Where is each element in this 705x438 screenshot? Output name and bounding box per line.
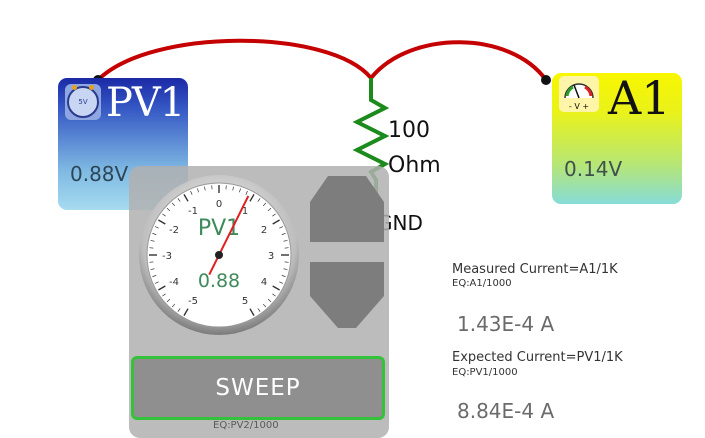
a1-value: 0.14V (564, 157, 623, 181)
gauge-value: 0.88 (198, 270, 240, 292)
gauge-title: PV1 (198, 216, 240, 241)
gauge-tick-label: 3 (268, 251, 274, 262)
expected-current-label: Expected Current=PV1/1K (452, 350, 623, 365)
gauge-tick-label: 0 (216, 199, 222, 210)
gauge-tick-label: 4 (261, 277, 267, 288)
sweep-button[interactable]: SWEEP (131, 356, 385, 420)
voltmeter-icon: - V + (559, 76, 599, 112)
voltmeter-icon-label: - V + (569, 102, 589, 111)
arrow-up-button[interactable] (310, 176, 384, 242)
gauge-hub (215, 251, 223, 259)
gauge-tick-label: -5 (188, 296, 198, 307)
gauge-tick-label: 2 (261, 225, 267, 236)
pv1-icon-label: 5V (67, 85, 99, 118)
gauge-tick-label: 5 (242, 296, 248, 307)
gauge-tick-label: -2 (169, 225, 179, 236)
a1-card[interactable]: - V + A1 0.14V (552, 73, 682, 204)
resistor-value: 100 (388, 118, 430, 143)
gauge-tick-label: -4 (169, 277, 179, 288)
resistor-unit: Ohm (388, 153, 441, 178)
gauge-tick-label: -1 (188, 206, 198, 217)
arrow-down-button[interactable] (310, 262, 384, 328)
sweep-equation: EQ:PV2/1000 (213, 420, 279, 431)
measured-current-label: Measured Current=A1/1K (452, 262, 618, 277)
voltage-source-icon: 5V (65, 84, 101, 120)
expected-current-equation: EQ:PV1/1000 (452, 367, 518, 378)
expected-current-value: 8.84E-4 A (457, 399, 555, 423)
pv1-title: PV1 (106, 80, 185, 126)
a1-title: A1 (608, 73, 671, 125)
pv1-value: 0.88V (70, 162, 129, 186)
measured-current-equation: EQ:A1/1000 (452, 278, 512, 289)
red-wire-right (369, 40, 548, 82)
gauge-tick-label: -3 (162, 251, 172, 262)
a1-terminal (541, 75, 551, 85)
resistor-label: 100 Ohm (388, 113, 441, 183)
red-wire-left (96, 38, 373, 82)
measured-current-value: 1.43E-4 A (457, 312, 555, 336)
gauge-meter: -5-4-3-2-1012345 PV1 0.88 (139, 175, 299, 335)
control-panel: -5 -4 -3 -2 -1 0 1 2 3 4 5 PV1 0.88 SWEEP EQ:PV2/1… (129, 166, 389, 438)
